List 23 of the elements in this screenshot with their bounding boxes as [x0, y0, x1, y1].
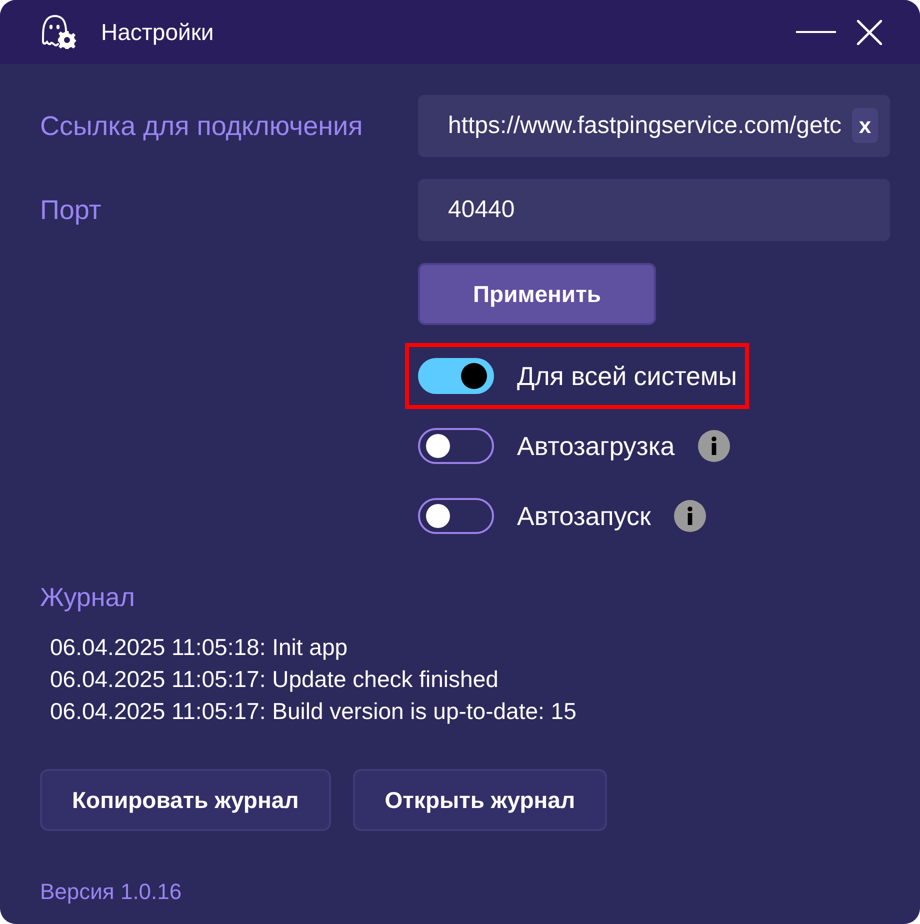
- info-icon[interactable]: [674, 500, 706, 532]
- toggle-switch[interactable]: [418, 428, 494, 464]
- clear-button[interactable]: x: [852, 108, 878, 143]
- version-text: Версия 1.0.16: [40, 879, 182, 905]
- toggle-switch[interactable]: [418, 498, 494, 534]
- info-icon[interactable]: [698, 430, 730, 462]
- window-title: Настройки: [101, 18, 214, 46]
- log-button[interactable]: Копировать журнал: [40, 769, 331, 831]
- field-label: Ссылка для подключения: [40, 110, 363, 142]
- log-entry: 06.04.2025 11:05:17: Build version is up-to-date: 15: [50, 697, 576, 726]
- close-icon[interactable]: [857, 20, 882, 44]
- port-field[interactable]: 40440: [418, 179, 890, 241]
- section-title: Журнал: [40, 582, 135, 612]
- toggle-label: Для всей системы: [517, 360, 737, 392]
- ghost-gear-icon: [40, 15, 76, 49]
- toggle-label: Автозапуск: [517, 500, 651, 532]
- log-entry: 06.04.2025 11:05:17: Update check finished: [50, 665, 498, 694]
- field-label: Порт: [40, 194, 102, 226]
- log-entry: 06.04.2025 11:05:18: Init app: [50, 633, 348, 662]
- apply-button[interactable]: Применить: [418, 263, 656, 325]
- toggle-label: Автозагрузка: [517, 430, 675, 462]
- log-button[interactable]: Открыть журнал: [352, 769, 608, 831]
- toggle-switch[interactable]: [418, 358, 494, 394]
